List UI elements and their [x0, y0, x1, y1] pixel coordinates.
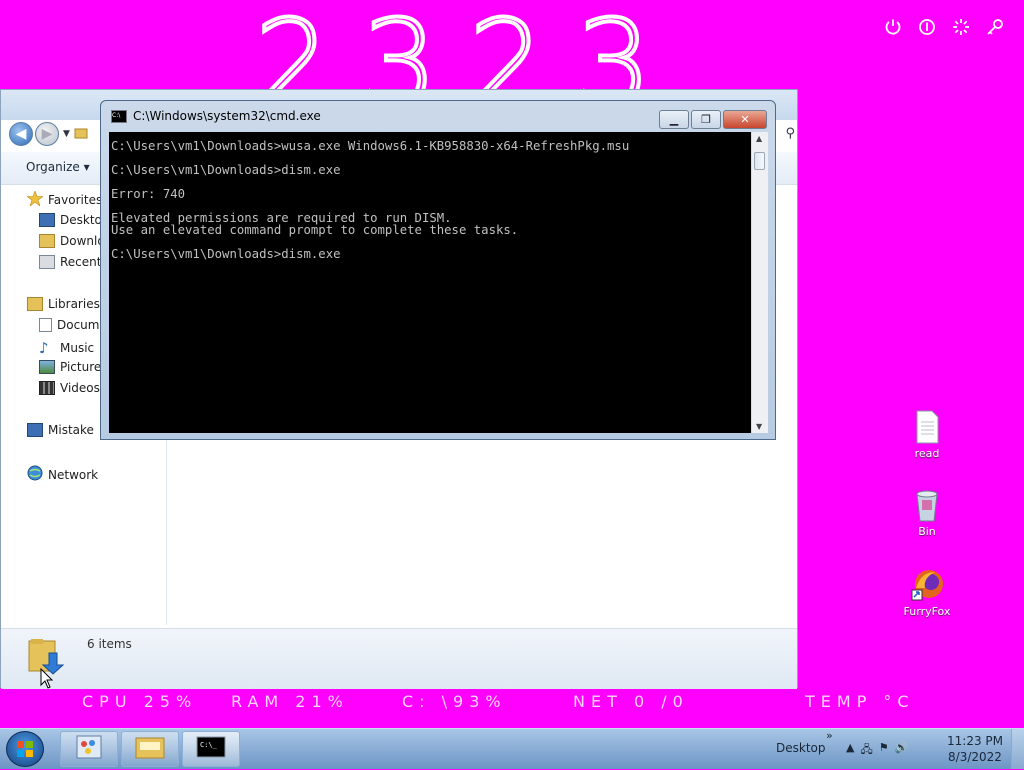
taskbar-cmd-app[interactable]: C:\_ [182, 731, 240, 767]
item-count: 6 items [87, 637, 132, 651]
star-icon [26, 190, 44, 209]
desktop-clock-widget: 2323 [255, 0, 685, 94]
ram-stat: RAM 21% [231, 692, 349, 711]
back-button[interactable]: ◀ [9, 122, 33, 146]
taskbar-paint-app[interactable] [60, 731, 118, 767]
nav-videos[interactable]: Videos [39, 381, 100, 395]
explorer-nav-buttons: ◀ ▶ ▼ [9, 122, 88, 146]
temp-stat: TEMP °C [805, 692, 915, 711]
taskbar: C:\_ Desktop » ▲ 🖧 ⚑ 🔊 11:23 PM 8/3/2022 [0, 728, 1024, 769]
system-stats-bar: CPU 25% RAM 21% C: \93% NET 0 /0 TEMP °C [0, 686, 1024, 716]
nav-favorites[interactable]: Favorites [26, 190, 102, 209]
power-icon[interactable] [882, 16, 904, 38]
key-icon[interactable] [984, 16, 1006, 38]
folder-icon [74, 125, 88, 144]
downloads-folder-icon [39, 234, 55, 248]
text-file-icon [911, 410, 943, 444]
music-note-icon: ♪ [39, 339, 49, 357]
start-button[interactable] [6, 731, 44, 767]
explorer-status-bar: 6 items [1, 628, 797, 689]
folder-library-icon [134, 734, 166, 764]
nav-mistake[interactable]: Mistake [27, 423, 94, 437]
nav-desktop[interactable]: Desktop [39, 213, 110, 227]
taskbar-clock[interactable]: 11:23 PM 8/3/2022 [944, 733, 1006, 765]
net-stat: NET 0 /0 [573, 692, 689, 711]
nav-network[interactable]: Network [27, 465, 98, 484]
minimize-button[interactable]: ▁ [659, 110, 689, 129]
settings-icon[interactable] [950, 16, 972, 38]
show-desktop-button[interactable] [1011, 729, 1024, 769]
show-hidden-icons-arrow-icon[interactable]: ▲ [846, 741, 854, 760]
cmd-prompt-icon: C:\_ [196, 735, 226, 763]
clock-date: 8/3/2022 [948, 750, 1002, 764]
network-globe-icon [27, 465, 43, 484]
cmd-titlebar[interactable]: C:\ C:\Windows\system32\cmd.exe [111, 109, 321, 123]
organize-button[interactable]: Organize ▾ [26, 160, 90, 174]
clock-time: 11:23 PM [947, 734, 1003, 748]
network-status-icon[interactable]: 🖧 [860, 741, 872, 760]
scroll-thumb[interactable] [754, 152, 765, 170]
action-center-flag-icon[interactable]: ⚑ [879, 741, 889, 760]
cmd-window-controls: ▁ ❐ ✕ [659, 110, 767, 129]
cmd-title: C:\Windows\system32\cmd.exe [133, 109, 321, 123]
desktop-icon-furryfox[interactable]: FurryFox [899, 568, 955, 618]
volume-icon[interactable]: 🔊 [895, 741, 909, 760]
system-tray: ▲ 🖧 ⚑ 🔊 [846, 741, 908, 760]
desktop-top-icons [882, 16, 1006, 38]
desktop-icon-read[interactable]: read [899, 410, 955, 460]
recent-places-icon [39, 255, 55, 269]
scroll-down-arrow-icon[interactable]: ▼ [756, 422, 762, 431]
clock-digits: 2323 [255, 0, 684, 94]
nav-libraries[interactable]: Libraries [27, 297, 100, 311]
windows-logo-icon [17, 741, 33, 757]
desktop-icon-bin[interactable]: Bin [899, 488, 955, 538]
disk-stat: C: \93% [402, 692, 507, 711]
firefox-shortcut-icon [911, 568, 943, 602]
desktop-toolbar-label[interactable]: Desktop [776, 741, 826, 755]
cmd-window[interactable]: C:\ C:\Windows\system32\cmd.exe ▁ ❐ ✕ C:… [100, 100, 776, 440]
toolbar-chevron-icon[interactable]: » [826, 729, 833, 742]
console-output[interactable]: C:\Users\vm1\Downloads>wusa.exe Windows6… [109, 132, 751, 433]
documents-icon [39, 318, 52, 332]
console-text: C:\Users\vm1\Downloads>wusa.exe Windows6… [111, 139, 630, 261]
paint-palette-icon [74, 733, 104, 765]
mouse-cursor-icon [40, 667, 54, 694]
forward-button[interactable]: ▶ [35, 122, 59, 146]
svg-text:C:\_: C:\_ [200, 741, 218, 749]
close-button[interactable]: ✕ [723, 110, 767, 129]
info-icon[interactable] [916, 16, 938, 38]
console-scrollbar[interactable]: ▲ ▼ [751, 132, 768, 433]
pictures-icon [39, 360, 55, 374]
scroll-up-arrow-icon[interactable]: ▲ [756, 134, 762, 143]
cpu-stat: CPU 25% [82, 692, 198, 711]
computer-icon [27, 423, 43, 437]
libraries-icon [27, 297, 43, 311]
search-icon[interactable]: ⚲ [785, 126, 795, 141]
desktop-icon [39, 213, 55, 227]
cmd-app-icon: C:\ [111, 109, 127, 123]
videos-icon [39, 381, 55, 395]
restore-button[interactable]: ❐ [691, 110, 721, 129]
recycle-bin-icon [911, 488, 943, 522]
taskbar-explorer-app[interactable] [121, 731, 179, 767]
nav-pictures[interactable]: Pictures [39, 360, 108, 374]
nav-music[interactable]: ♪ Music [39, 339, 94, 357]
recent-pages-chevron-icon[interactable]: ▼ [63, 129, 70, 139]
